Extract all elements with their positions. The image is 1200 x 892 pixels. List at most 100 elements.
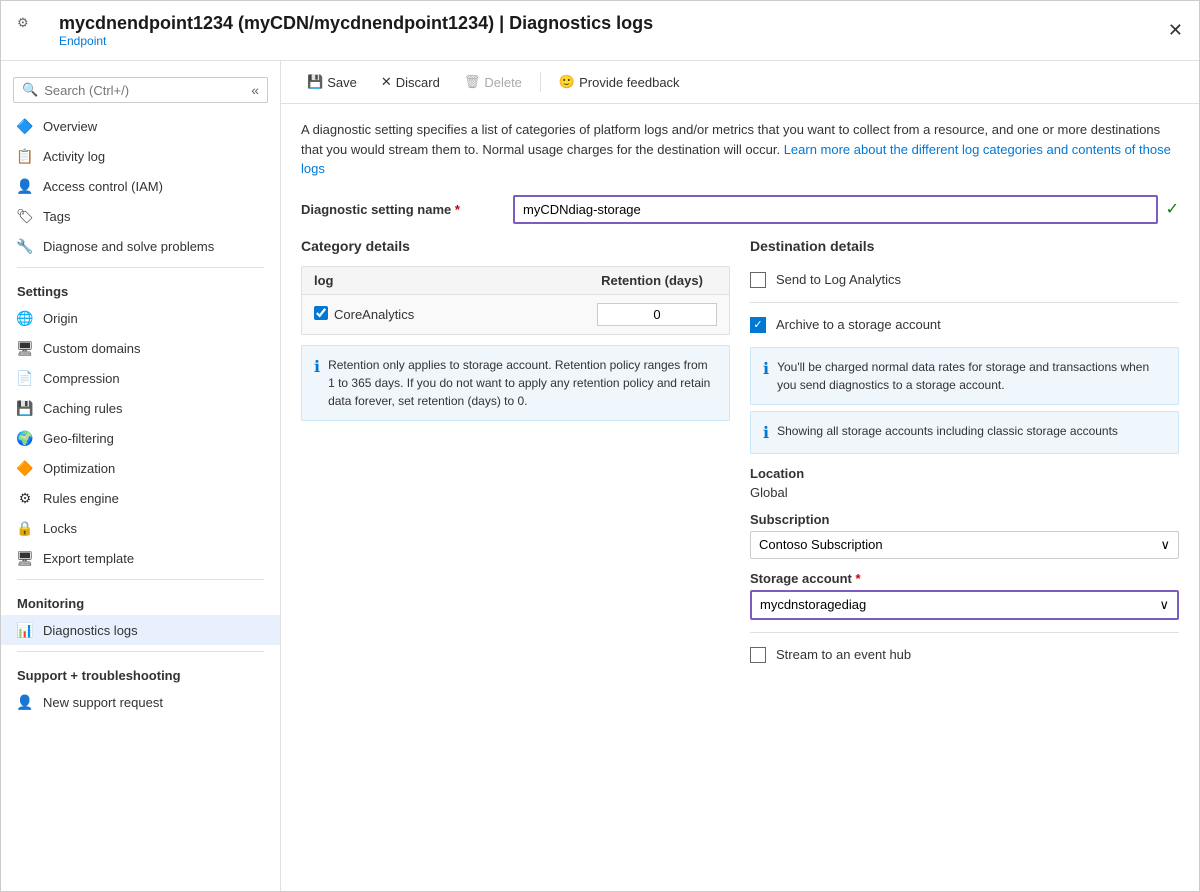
sidebar-item-rules-engine[interactable]: ⚙ Rules engine <box>1 483 280 513</box>
caching-icon: 💾 <box>17 400 33 416</box>
log-table: log Retention (days) CoreAnalytics <box>301 266 730 335</box>
sidebar-item-new-support[interactable]: 👤 New support request <box>1 687 280 717</box>
location-group: Location Global <box>750 466 1179 500</box>
sidebar-item-diagnose[interactable]: 🔧 Diagnose and solve problems <box>1 231 280 261</box>
sidebar-item-activity-log[interactable]: 📋 Activity log <box>1 141 280 171</box>
info-icon: ℹ <box>314 357 320 410</box>
subscription-label: Subscription <box>750 512 1179 527</box>
dest-divider-2 <box>750 632 1179 633</box>
sidebar-item-caching-rules[interactable]: 💾 Caching rules <box>1 393 280 423</box>
locks-icon: 🔒 <box>17 520 33 536</box>
sidebar-item-origin[interactable]: 🌐 Origin <box>1 303 280 333</box>
storage-account-select[interactable]: mycdnstoragediag ∨ <box>750 590 1179 620</box>
retention-info-text: Retention only applies to storage accoun… <box>328 356 717 410</box>
sidebar-label-tags: Tags <box>43 209 70 224</box>
geo-icon: 🌍 <box>17 430 33 446</box>
rules-engine-icon: ⚙ <box>17 490 33 506</box>
sidebar-label-custom-domains: Custom domains <box>43 341 141 356</box>
diagnose-icon: 🔧 <box>17 238 33 254</box>
sidebar-label-compression: Compression <box>43 371 120 386</box>
monitoring-section-label: Monitoring <box>1 586 280 615</box>
sidebar-label-activity-log: Activity log <box>43 149 105 164</box>
close-button[interactable]: ✕ <box>1168 20 1183 41</box>
retention-info-box: ℹ Retention only applies to storage acco… <box>301 345 730 421</box>
log-analytics-label: Send to Log Analytics <box>776 272 901 287</box>
header-left: ⚙ mycdnendpoint1234 (myCDN/mycdnendpoint… <box>17 13 653 48</box>
category-details-header: Category details <box>301 238 730 254</box>
collapse-icon[interactable]: « <box>251 82 259 98</box>
storage-account-label: Storage account * <box>750 571 1179 586</box>
storage-chevron-down-icon: ∨ <box>1159 597 1169 613</box>
diag-setting-input[interactable] <box>513 195 1158 224</box>
event-hub-checkbox[interactable] <box>750 647 766 663</box>
discard-button[interactable]: ✕ Discard <box>371 69 450 95</box>
export-icon: 🖥 <box>17 550 33 566</box>
activity-log-icon: 📋 <box>17 148 33 164</box>
dest-divider-1 <box>750 302 1179 303</box>
sidebar-item-access-control[interactable]: 👤 Access control (IAM) <box>1 171 280 201</box>
page-header: ⚙ mycdnendpoint1234 (myCDN/mycdnendpoint… <box>1 1 1199 61</box>
subscription-select[interactable]: Contoso Subscription ∨ <box>750 531 1179 559</box>
archive-storage-label: Archive to a storage account <box>776 317 941 332</box>
sidebar-label-optimization: Optimization <box>43 461 115 476</box>
archive-storage-option: ✓ Archive to a storage account <box>750 311 1179 339</box>
sidebar-label-rules-engine: Rules engine <box>43 491 119 506</box>
valid-checkmark: ✓ <box>1166 199 1179 219</box>
destination-details-col: Destination details Send to Log Analytic… <box>750 238 1179 669</box>
save-button[interactable]: 💾 Save <box>297 69 367 95</box>
sidebar-item-overview[interactable]: 🔷 Overview <box>1 111 280 141</box>
details-columns: Category details log Retention (days) Co <box>301 238 1179 669</box>
description-text: A diagnostic setting specifies a list of… <box>301 120 1179 179</box>
log-col-name-header: log <box>314 273 587 288</box>
storage-accounts-info-icon: ℹ <box>763 423 769 443</box>
sidebar-item-diagnostics-logs[interactable]: 📊 Diagnostics logs <box>1 615 280 645</box>
sidebar-item-compression[interactable]: 📄 Compression <box>1 363 280 393</box>
archive-storage-checkbox[interactable]: ✓ <box>750 317 766 333</box>
diagnostics-logs-icon: 📊 <box>17 622 33 638</box>
sidebar-label-geo-filtering: Geo-filtering <box>43 431 114 446</box>
search-input[interactable] <box>44 83 224 98</box>
sidebar-item-tags[interactable]: 🏷 Tags <box>1 201 280 231</box>
sidebar: 🔍 « 🔷 Overview 📋 Activity log 👤 Access c… <box>1 61 281 891</box>
gear-icon: ⚙ <box>17 15 49 47</box>
sidebar-label-overview: Overview <box>43 119 97 134</box>
core-analytics-checkbox[interactable] <box>314 306 328 320</box>
save-icon: 💾 <box>307 74 323 90</box>
subscription-group: Subscription Contoso Subscription ∨ <box>750 512 1179 559</box>
storage-account-group: Storage account * mycdnstoragediag ∨ <box>750 571 1179 620</box>
compression-icon: 📄 <box>17 370 33 386</box>
toolbar: 💾 Save ✕ Discard 🗑 Delete 🙂 Provide feed… <box>281 61 1199 104</box>
sidebar-item-locks[interactable]: 🔒 Locks <box>1 513 280 543</box>
log-table-row: CoreAnalytics <box>302 295 729 334</box>
storage-accounts-info-text: Showing all storage accounts including c… <box>777 422 1118 443</box>
custom-domains-icon: 🖥 <box>17 340 33 356</box>
discard-icon: ✕ <box>381 74 392 90</box>
overview-icon: 🔷 <box>17 118 33 134</box>
origin-icon: 🌐 <box>17 310 33 326</box>
delete-button[interactable]: 🗑 Delete <box>454 69 532 95</box>
settings-section-label: Settings <box>1 274 280 303</box>
charge-info-icon: ℹ <box>763 359 769 394</box>
feedback-button[interactable]: 🙂 Provide feedback <box>549 69 690 95</box>
sidebar-label-diagnose: Diagnose and solve problems <box>43 239 214 254</box>
delete-icon: 🗑 <box>464 74 481 90</box>
log-col-retention-header: Retention (days) <box>587 273 717 288</box>
sidebar-item-custom-domains[interactable]: 🖥 Custom domains <box>1 333 280 363</box>
sidebar-label-locks: Locks <box>43 521 77 536</box>
sidebar-label-new-support: New support request <box>43 695 163 710</box>
sidebar-item-optimization[interactable]: 🔶 Optimization <box>1 453 280 483</box>
destination-details-header: Destination details <box>750 238 1179 254</box>
sidebar-item-export-template[interactable]: 🖥 Export template <box>1 543 280 573</box>
endpoint-subtitle: Endpoint <box>59 34 653 48</box>
log-analytics-option: Send to Log Analytics <box>750 266 1179 294</box>
toolbar-separator <box>540 72 541 92</box>
sidebar-item-geo-filtering[interactable]: 🌍 Geo-filtering <box>1 423 280 453</box>
form-area: A diagnostic setting specifies a list of… <box>281 104 1199 685</box>
iam-icon: 👤 <box>17 178 33 194</box>
search-box[interactable]: 🔍 « <box>13 77 268 103</box>
charge-info-box: ℹ You'll be charged normal data rates fo… <box>750 347 1179 405</box>
storage-required-marker: * <box>855 571 860 586</box>
category-details-col: Category details log Retention (days) Co <box>301 238 730 669</box>
log-analytics-checkbox[interactable] <box>750 272 766 288</box>
retention-days-input[interactable] <box>597 303 717 326</box>
